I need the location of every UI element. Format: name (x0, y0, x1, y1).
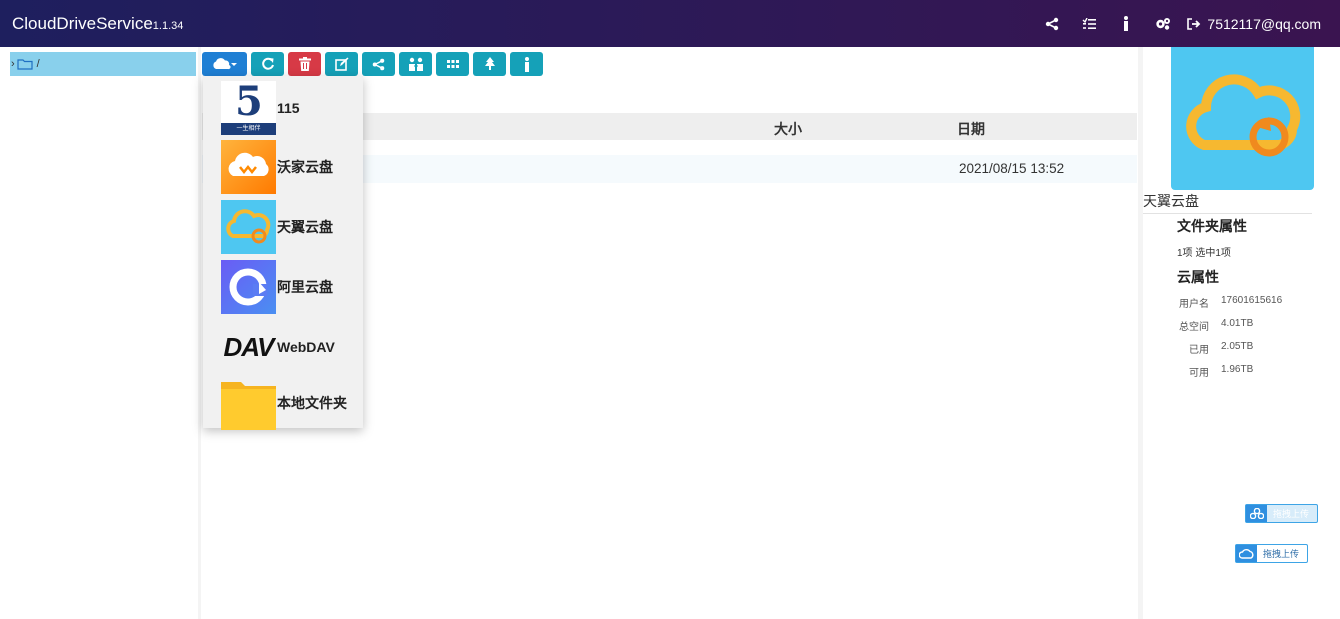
logo-115-digit: 5 (235, 81, 263, 125)
share-users-button[interactable] (399, 52, 432, 76)
task-list-icon[interactable] (1070, 17, 1107, 30)
webdav-logo-text: DAV (223, 331, 275, 362)
rename-button[interactable] (325, 52, 358, 76)
menu-item-label: 阿里云盘 (277, 279, 333, 295)
menu-item-aliyun[interactable]: 阿里云盘 (221, 260, 363, 314)
user-email: 7512117@qq.com (1207, 15, 1321, 32)
refresh-button[interactable] (251, 52, 284, 76)
menu-item-label: 本地文件夹 (277, 395, 347, 411)
share-icon (372, 58, 385, 70)
prop-used-key: 已用 (1189, 345, 1209, 356)
prop-total-value: 4.01TB (1221, 318, 1254, 329)
menu-item-label: 沃家云盘 (277, 159, 333, 175)
drag-upload-label-hover: 拖拽上传 (1273, 509, 1310, 519)
tianyi-cloud-icon (221, 200, 276, 254)
folder-props-text: 1项 选中1项 (1177, 248, 1231, 259)
row-date: 2021/08/15 13:52 (959, 161, 1065, 176)
info-icon (524, 56, 529, 72)
settings-cogs-icon[interactable] (1144, 17, 1181, 30)
folder-props-title: 文件夹属性 (1177, 218, 1247, 234)
left-splitter[interactable] (198, 47, 201, 619)
edit-icon (334, 57, 348, 71)
aliyun-drive-icon (221, 260, 276, 314)
menu-item-label: 115 (277, 100, 300, 116)
top-navbar: CloudDriveService1.1.34 7512117@qq.com (0, 0, 1340, 47)
drag-upload-button[interactable]: 拖拽上传 (1235, 544, 1309, 563)
cloud-name: 天翼云盘 (1143, 191, 1312, 214)
drag-upload-button-hover[interactable]: 拖拽上传 (1245, 504, 1319, 523)
column-size[interactable]: 大小 (774, 119, 802, 139)
delete-button[interactable] (288, 52, 321, 76)
tree-view-button[interactable] (473, 52, 506, 76)
prop-free-value: 1.96TB (1221, 364, 1254, 375)
prop-username-value: 17601615616 (1221, 295, 1283, 306)
app-title: CloudDriveService (12, 14, 153, 33)
logo-115-slogan: 一生相伴 (221, 123, 276, 135)
folder-tree: › / (0, 47, 198, 619)
folder-icon (17, 59, 33, 70)
tree-icon (484, 57, 495, 70)
menu-item-tianyi[interactable]: 天翼云盘 (221, 200, 363, 254)
grid-icon (446, 60, 459, 68)
trash-icon (298, 57, 311, 71)
refresh-icon (261, 57, 274, 70)
local-folder-icon (221, 376, 276, 430)
cloud-props-title: 云属性 (1177, 269, 1219, 285)
prop-total-key: 总空间 (1179, 322, 1209, 333)
chevron-right-icon[interactable]: › (11, 58, 15, 70)
115-logo-icon: 5 一生相伴 (221, 81, 276, 135)
menu-item-webdav[interactable]: DAV WebDAV (221, 320, 363, 374)
tree-node-root[interactable]: › / (10, 52, 196, 76)
info-button[interactable] (510, 52, 543, 76)
share-icon[interactable] (1033, 17, 1070, 31)
tree-node-label: / (36, 58, 40, 70)
prop-free-key: 可用 (1189, 368, 1209, 379)
toolbar (202, 52, 543, 76)
menu-item-wojia[interactable]: 沃家云盘 (221, 140, 363, 194)
view-grid-button[interactable] (436, 52, 469, 76)
share-button[interactable] (362, 52, 395, 76)
properties-panel: 天翼云盘 文件夹属性 1项 选中1项 云属性 用户名 17601615616 总… (1143, 47, 1340, 619)
app-brand[interactable]: CloudDriveService1.1.34 (12, 14, 183, 34)
cloud-icon (212, 58, 237, 70)
column-date[interactable]: 日期 (957, 119, 985, 139)
app-version: 1.1.34 (152, 20, 184, 32)
wojia-cloud-icon (221, 140, 276, 194)
menu-item-label: 天翼云盘 (277, 219, 333, 235)
menu-item-115[interactable]: 5 一生相伴 115 (221, 81, 363, 135)
tianyi-cloud-logo-icon (1171, 47, 1314, 190)
menu-item-local-folder[interactable]: 本地文件夹 (221, 376, 363, 430)
users-icon (408, 57, 423, 71)
drag-upload-label: 拖拽上传 (1263, 549, 1300, 559)
prop-used-value: 2.05TB (1221, 341, 1254, 352)
user-logout[interactable]: 7512117@qq.com (1187, 16, 1321, 32)
cloud-upload-icon (1236, 545, 1257, 562)
menu-item-label: WebDAV (277, 339, 335, 355)
info-icon[interactable] (1107, 16, 1144, 31)
add-cloud-dropdown-button[interactable] (202, 52, 247, 76)
header-actions: 7512117@qq.com (1033, 0, 1340, 47)
add-cloud-dropdown-menu: 5 一生相伴 115 沃家云盘 天翼云盘 阿里云盘 DAV WebDAV 本地文… (203, 76, 363, 430)
prop-username-key: 用户名 (1179, 299, 1209, 310)
webdav-logo-icon: DAV (221, 320, 276, 374)
logout-icon (1187, 17, 1201, 30)
share-cloud-icon (1246, 505, 1267, 522)
